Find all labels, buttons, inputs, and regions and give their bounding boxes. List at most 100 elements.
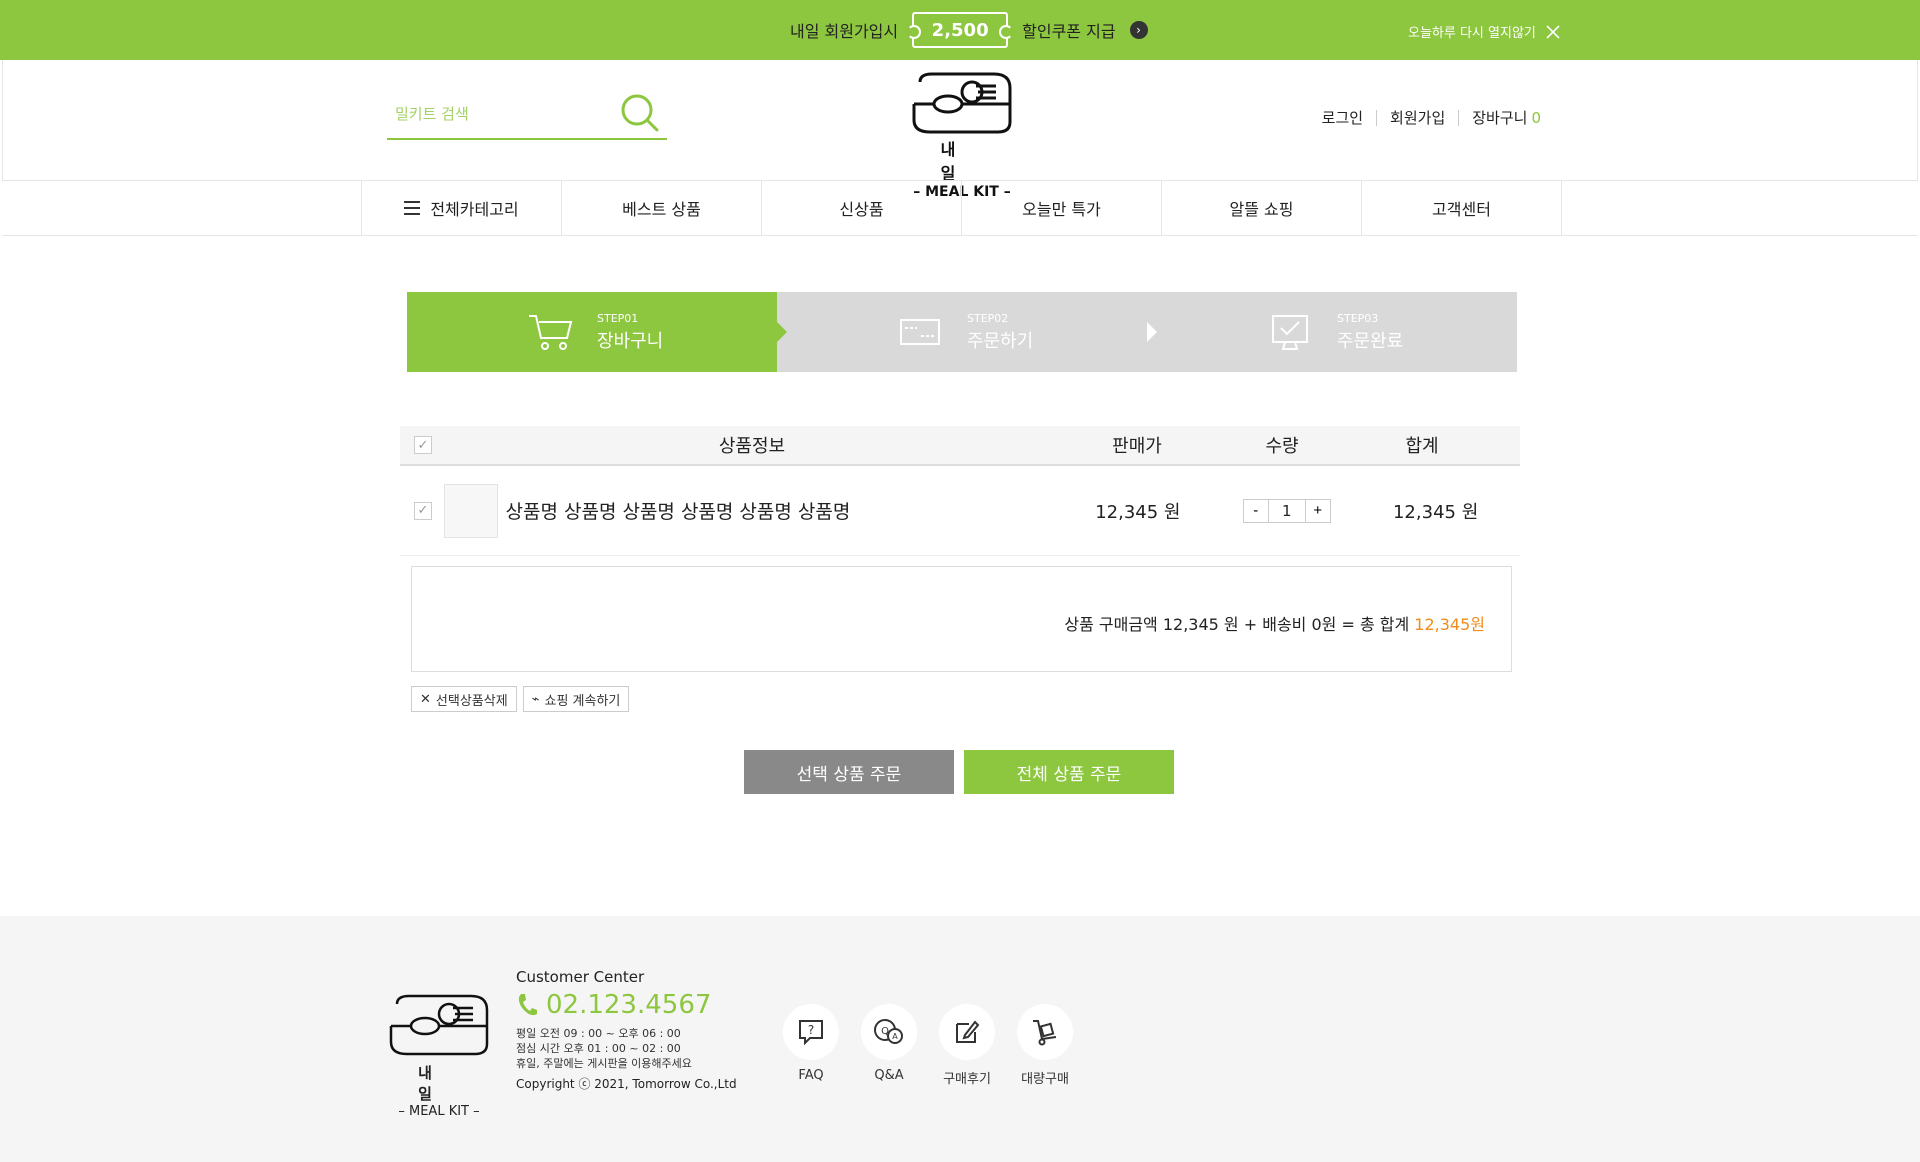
- footer-logo-name: 내 일: [418, 1064, 460, 1103]
- step-arrow: [1147, 322, 1157, 342]
- order-all-button[interactable]: 전체 상품 주문: [964, 750, 1174, 794]
- step-number: STEP01: [597, 311, 639, 325]
- cc-phone-number: 02.123.4567: [546, 990, 712, 1020]
- search-box: [387, 92, 667, 140]
- card-icon: [900, 319, 940, 345]
- nav-new[interactable]: 신상품: [762, 181, 962, 235]
- phone-icon: [518, 994, 537, 1016]
- summary-line: 상품 구매금액 12,345 원 + 배송비 0원 = 총 합계 12,345원: [1064, 611, 1485, 635]
- dismiss-label: 오늘하루 다시 열지않기: [1408, 26, 1536, 41]
- site-logo[interactable]: 내 일 – MEAL KIT –: [910, 70, 1014, 200]
- menu-icon: [404, 201, 421, 215]
- search-icon[interactable]: [619, 92, 661, 134]
- logo-name: 내 일: [940, 140, 984, 183]
- nav-best[interactable]: 베스트 상품: [562, 181, 762, 235]
- step-label: 장바구니: [597, 330, 664, 352]
- nav-label: 신상품: [839, 200, 884, 219]
- nav-today-deal[interactable]: 오늘만 특가: [962, 181, 1162, 235]
- step-label: 주문하기: [967, 330, 1034, 352]
- meal-kit-logo-icon: [389, 994, 489, 1056]
- cart-label: 장바구니: [1472, 109, 1528, 127]
- decrease-qty-button[interactable]: -: [1243, 499, 1268, 522]
- table-row: ✓ 상품명 상품명 상품명 상품명 상품명 상품명 12,345 원 - 1 +…: [400, 466, 1520, 556]
- product-thumbnail[interactable]: [443, 483, 498, 538]
- cart-icon: [529, 315, 573, 350]
- table-header: ✓ 상품정보 판매가 수량 합계: [400, 426, 1520, 466]
- step-order: STEP02 주문하기: [777, 292, 1157, 372]
- product-sum: 12,345 원: [1392, 501, 1479, 523]
- nav-label: 오늘만 특가: [1022, 200, 1101, 219]
- step-arrow: [777, 322, 787, 342]
- x-icon: ✕: [420, 691, 431, 707]
- cart-link[interactable]: 장바구니 0: [1458, 110, 1554, 126]
- delete-selected-button[interactable]: ✕ 선택상품삭제: [411, 686, 517, 712]
- hand-truck-icon: [1033, 1020, 1057, 1046]
- bulk-order-label: 대량구매: [1021, 1072, 1069, 1087]
- nav-label: 전체카테고리: [430, 200, 519, 219]
- monitor-check-icon: [1272, 315, 1308, 350]
- promo-suffix: 할인쿠폰 지급: [1022, 22, 1116, 41]
- cart-table: ✓ 상품정보 판매가 수량 합계 ✓ 상품명 상품명 상품명 상품명 상품명 상…: [400, 426, 1520, 556]
- promo-banner: 내일 회원가입시 2,500 할인쿠폰 지급 › 오늘하루 다시 열지않기: [0, 0, 1920, 60]
- main-nav: 전체카테고리 베스트 상품 신상품 오늘만 특가 알뜰 쇼핑 고객센터: [2, 180, 1918, 236]
- cart-actions: ✕ 선택상품삭제 ⌁ 쇼핑 계속하기: [411, 686, 630, 712]
- step-number: STEP02: [967, 311, 1009, 325]
- cc-hours-weekday: 평일 오전 09 : 00 ~ 오후 06 : 00: [516, 1027, 681, 1040]
- login-link[interactable]: 로그인: [1309, 110, 1376, 126]
- promo-message: 내일 회원가입시 2,500 할인쿠폰 지급 ›: [790, 12, 1148, 48]
- review-label: 구매후기: [943, 1072, 991, 1087]
- order-selected-button[interactable]: 선택 상품 주문: [744, 750, 954, 794]
- qna-link[interactable]: QA Q&A: [860, 1004, 918, 1087]
- chevron-right-icon[interactable]: ›: [1129, 21, 1148, 39]
- nav-all-categories[interactable]: 전체카테고리: [362, 181, 562, 235]
- product-price: 12,345 원: [1095, 501, 1181, 523]
- promo-prefix: 내일 회원가입시: [790, 22, 899, 41]
- order-buttons: 선택 상품 주문 전체 상품 주문: [744, 750, 1174, 794]
- copyright: Copyright ⓒ 2021, Tomorrow Co.,Ltd: [516, 1077, 737, 1091]
- svg-text:?: ?: [808, 1023, 814, 1037]
- meal-kit-logo-icon: [912, 72, 1012, 134]
- cart-count: 0: [1531, 109, 1541, 127]
- svg-text:Q: Q: [881, 1026, 889, 1037]
- search-input[interactable]: [387, 92, 607, 136]
- increase-qty-button[interactable]: +: [1305, 499, 1330, 522]
- faq-label: FAQ: [798, 1068, 824, 1083]
- step-complete: STEP03 주문완료: [1147, 292, 1517, 372]
- review-link[interactable]: 구매후기: [938, 1004, 996, 1087]
- nav-label: 알뜰 쇼핑: [1229, 200, 1294, 219]
- nav-label: 고객센터: [1432, 200, 1491, 219]
- order-summary: 상품 구매금액 12,345 원 + 배송비 0원 = 총 합계 12,345원: [411, 566, 1512, 672]
- close-icon[interactable]: [1546, 24, 1560, 39]
- cc-hours-lunch: 점심 시간 오후 01 : 00 ~ 02 : 00: [516, 1042, 681, 1055]
- product-name[interactable]: 상품명 상품명 상품명 상품명 상품명 상품명: [498, 497, 1054, 524]
- order-steps: STEP01 장바구니 STEP02 주문하기 STEP03 주문완료: [407, 292, 1517, 372]
- step-number: STEP03: [1337, 311, 1379, 325]
- footer-logo: 내 일 – MEAL KIT –: [384, 992, 494, 1119]
- header-sum: 합계: [1405, 436, 1439, 457]
- return-arrow-icon: ⌁: [531, 691, 540, 707]
- row-checkbox[interactable]: ✓: [414, 501, 432, 520]
- faq-link[interactable]: ? FAQ: [782, 1004, 840, 1087]
- dismiss-today-button[interactable]: 오늘하루 다시 열지않기: [1408, 22, 1560, 41]
- bulk-order-link[interactable]: 대량구매: [1016, 1004, 1074, 1087]
- summary-text: 상품 구매금액 12,345 원 + 배송비 0원 = 총 합계: [1064, 615, 1415, 634]
- coupon-amount: 2,500: [931, 19, 989, 41]
- cc-title: Customer Center: [516, 968, 645, 986]
- qna-label: Q&A: [874, 1068, 904, 1083]
- nav-customer-center[interactable]: 고객센터: [1362, 181, 1562, 235]
- cc-phone: 02.123.4567: [516, 990, 737, 1020]
- continue-shopping-button[interactable]: ⌁ 쇼핑 계속하기: [522, 686, 630, 712]
- faq-icon: ?: [799, 1020, 823, 1046]
- nav-bargain[interactable]: 알뜰 쇼핑: [1162, 181, 1362, 235]
- join-link[interactable]: 회원가입: [1376, 110, 1458, 126]
- qna-icon: QA: [874, 1019, 903, 1044]
- nav-label: 베스트 상품: [622, 200, 701, 219]
- select-all-checkbox[interactable]: ✓: [414, 436, 432, 454]
- summary-total: 12,345원: [1414, 615, 1485, 634]
- cc-hours: 평일 오전 09 : 00 ~ 오후 06 : 00 점심 시간 오후 01 :…: [516, 1026, 737, 1071]
- cc-hours-holiday: 휴일, 주말에는 게시판을 이용해주세요: [516, 1057, 692, 1070]
- edit-icon: [956, 1020, 980, 1043]
- customer-center: Customer Center 02.123.4567 평일 오전 09 : 0…: [516, 968, 737, 1092]
- quantity-stepper: - 1 +: [1222, 498, 1351, 523]
- quantity-value[interactable]: 1: [1267, 499, 1306, 522]
